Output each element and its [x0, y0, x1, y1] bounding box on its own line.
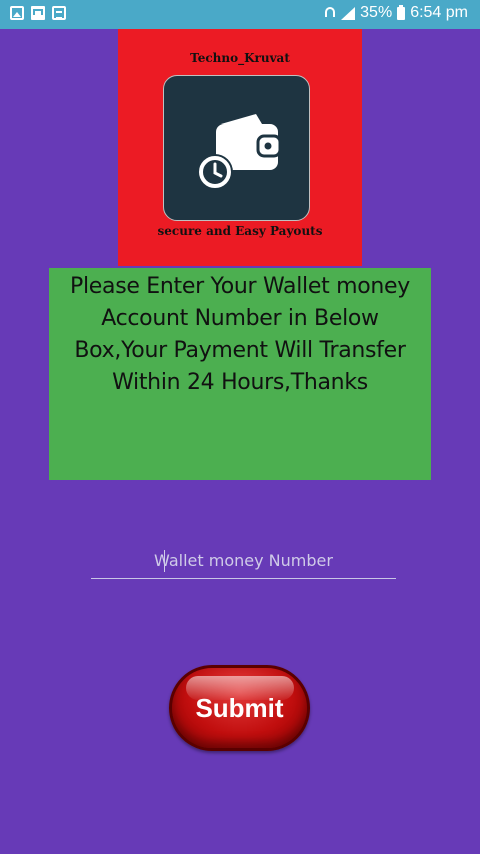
clock: 6:54 pm	[410, 4, 468, 21]
calendar-icon	[52, 6, 66, 20]
mail-icon	[31, 6, 45, 20]
text-caret	[164, 550, 165, 572]
instruction-panel: Please Enter Your Wallet money Account N…	[49, 268, 431, 480]
status-bar: 35% 6:54 pm	[0, 0, 480, 29]
image-icon	[10, 6, 24, 20]
instruction-text: Please Enter Your Wallet money Account N…	[70, 274, 410, 395]
logo-tagline: secure and Easy Payouts	[157, 224, 323, 238]
signal-icon	[341, 6, 356, 20]
wallet-number-input[interactable]	[91, 543, 396, 579]
wallet-icon	[197, 114, 282, 190]
app-logo-tile	[163, 75, 310, 221]
logo-banner: Techno_Kruvat secure and Easy Payouts	[118, 29, 362, 266]
battery-percent: 35%	[360, 4, 393, 21]
submit-label: Submit	[195, 692, 284, 723]
wifi-icon	[324, 6, 336, 20]
submit-button[interactable]: Submit	[169, 665, 310, 751]
system-icons: 35% 6:54 pm	[324, 4, 468, 22]
notification-icons	[10, 6, 66, 20]
battery-icon	[397, 4, 406, 20]
logo-title: Techno_Kruvat	[190, 51, 290, 65]
